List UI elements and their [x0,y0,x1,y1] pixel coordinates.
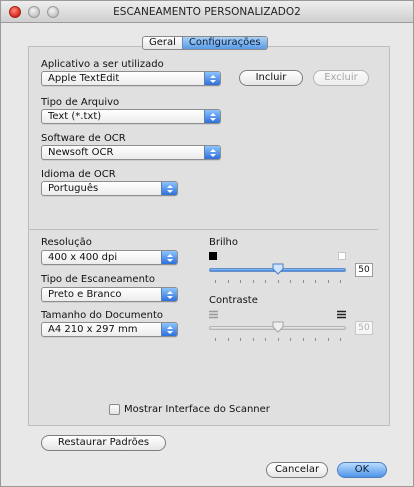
file-type-label: Tipo de Arquivo [41,97,120,108]
popup-arrows-icon [161,182,177,195]
contrast-label: Contraste [209,295,258,306]
add-application-button[interactable]: Incluir [239,70,303,86]
scan-type-value: Preto e Branco [48,289,122,300]
contrast-ticks [209,338,346,342]
slider-tick [290,280,291,283]
slider-tick [340,280,341,283]
slider-tick [215,280,216,283]
ocr-software-label: Software de OCR [41,133,126,144]
sun-light-icon [338,252,346,260]
slider-tick [253,338,254,341]
slider-tick [253,280,254,283]
title-bar: ESCANEAMENTO PERSONALIZADO2 [1,1,413,23]
document-size-label: Tamanho do Documento [41,310,163,321]
slider-tick [228,338,229,341]
file-type-value: Text (*.txt) [48,111,102,122]
ocr-language-label: Idioma de OCR [41,169,116,180]
brightness-value[interactable]: 50 [355,263,373,277]
slider-tick [315,338,316,341]
slider-thumb-icon[interactable] [272,321,284,333]
window-title: ESCANEAMENTO PERSONALIZADO2 [113,6,301,18]
restore-defaults-button[interactable]: Restaurar Padrões [41,435,166,451]
sun-dark-icon [209,252,217,260]
brightness-ticks [209,280,346,284]
document-size-popup[interactable]: A4 210 x 297 mm [41,322,178,337]
slider-tick [315,280,316,283]
popup-arrows-icon [161,251,177,264]
resolution-popup[interactable]: 400 x 400 dpi [41,250,178,265]
slider-tick [328,280,329,283]
ocr-language-popup[interactable]: Português [41,181,178,196]
cancel-button[interactable]: Cancelar [266,462,328,478]
show-scanner-interface-checkbox[interactable] [109,404,120,415]
tab-bar: Geral Configurações [142,36,268,50]
slider-tick [215,338,216,341]
popup-arrows-icon [161,288,177,301]
slider-thumb-icon[interactable] [272,263,284,275]
popup-arrows-icon [161,323,177,336]
document-size-value: A4 210 x 297 mm [48,324,138,335]
slider-tick [240,338,241,341]
slider-tick [240,280,241,283]
tab-general[interactable]: Geral [143,37,182,49]
ocr-software-value: Newsoft OCR [48,147,114,158]
slider-tick [328,338,329,341]
application-popup[interactable]: Apple TextEdit [41,71,221,86]
slider-tick [290,338,291,341]
footer-divider [28,425,378,426]
slider-tick [278,280,279,283]
slider-tick [228,280,229,283]
contrast-high-icon [337,310,346,319]
resolution-label: Resolução [41,237,92,248]
contrast-value[interactable]: 50 [355,321,373,335]
remove-application-button[interactable]: Excluir [313,70,369,86]
contrast-low-icon [209,310,218,319]
brightness-label: Brilho [209,237,238,248]
brightness-slider[interactable] [209,263,346,277]
resolution-value: 400 x 400 dpi [48,252,118,263]
application-value: Apple TextEdit [48,73,120,84]
slider-tick [303,338,304,341]
popup-arrows-icon [204,110,220,123]
show-scanner-interface-label: Mostrar Interface do Scanner [124,404,270,415]
scan-type-popup[interactable]: Preto e Branco [41,287,178,302]
slider-tick [303,280,304,283]
slider-tick [265,280,266,283]
application-label: Aplicativo a ser utilizado [41,59,164,70]
slider-tick [278,338,279,341]
ocr-language-value: Português [48,183,99,194]
slider-tick [265,338,266,341]
scan-type-label: Tipo de Escaneamento [41,274,155,285]
section-divider [28,229,378,230]
popup-arrows-icon [204,72,220,85]
popup-arrows-icon [204,146,220,159]
ocr-software-popup[interactable]: Newsoft OCR [41,145,221,160]
file-type-popup[interactable]: Text (*.txt) [41,109,221,124]
contrast-slider[interactable] [209,321,346,335]
tab-settings[interactable]: Configurações [181,37,267,49]
scanner-settings-window: ESCANEAMENTO PERSONALIZADO2 Geral Config… [0,0,414,487]
slider-tick [340,338,341,341]
ok-button[interactable]: OK [337,462,387,478]
